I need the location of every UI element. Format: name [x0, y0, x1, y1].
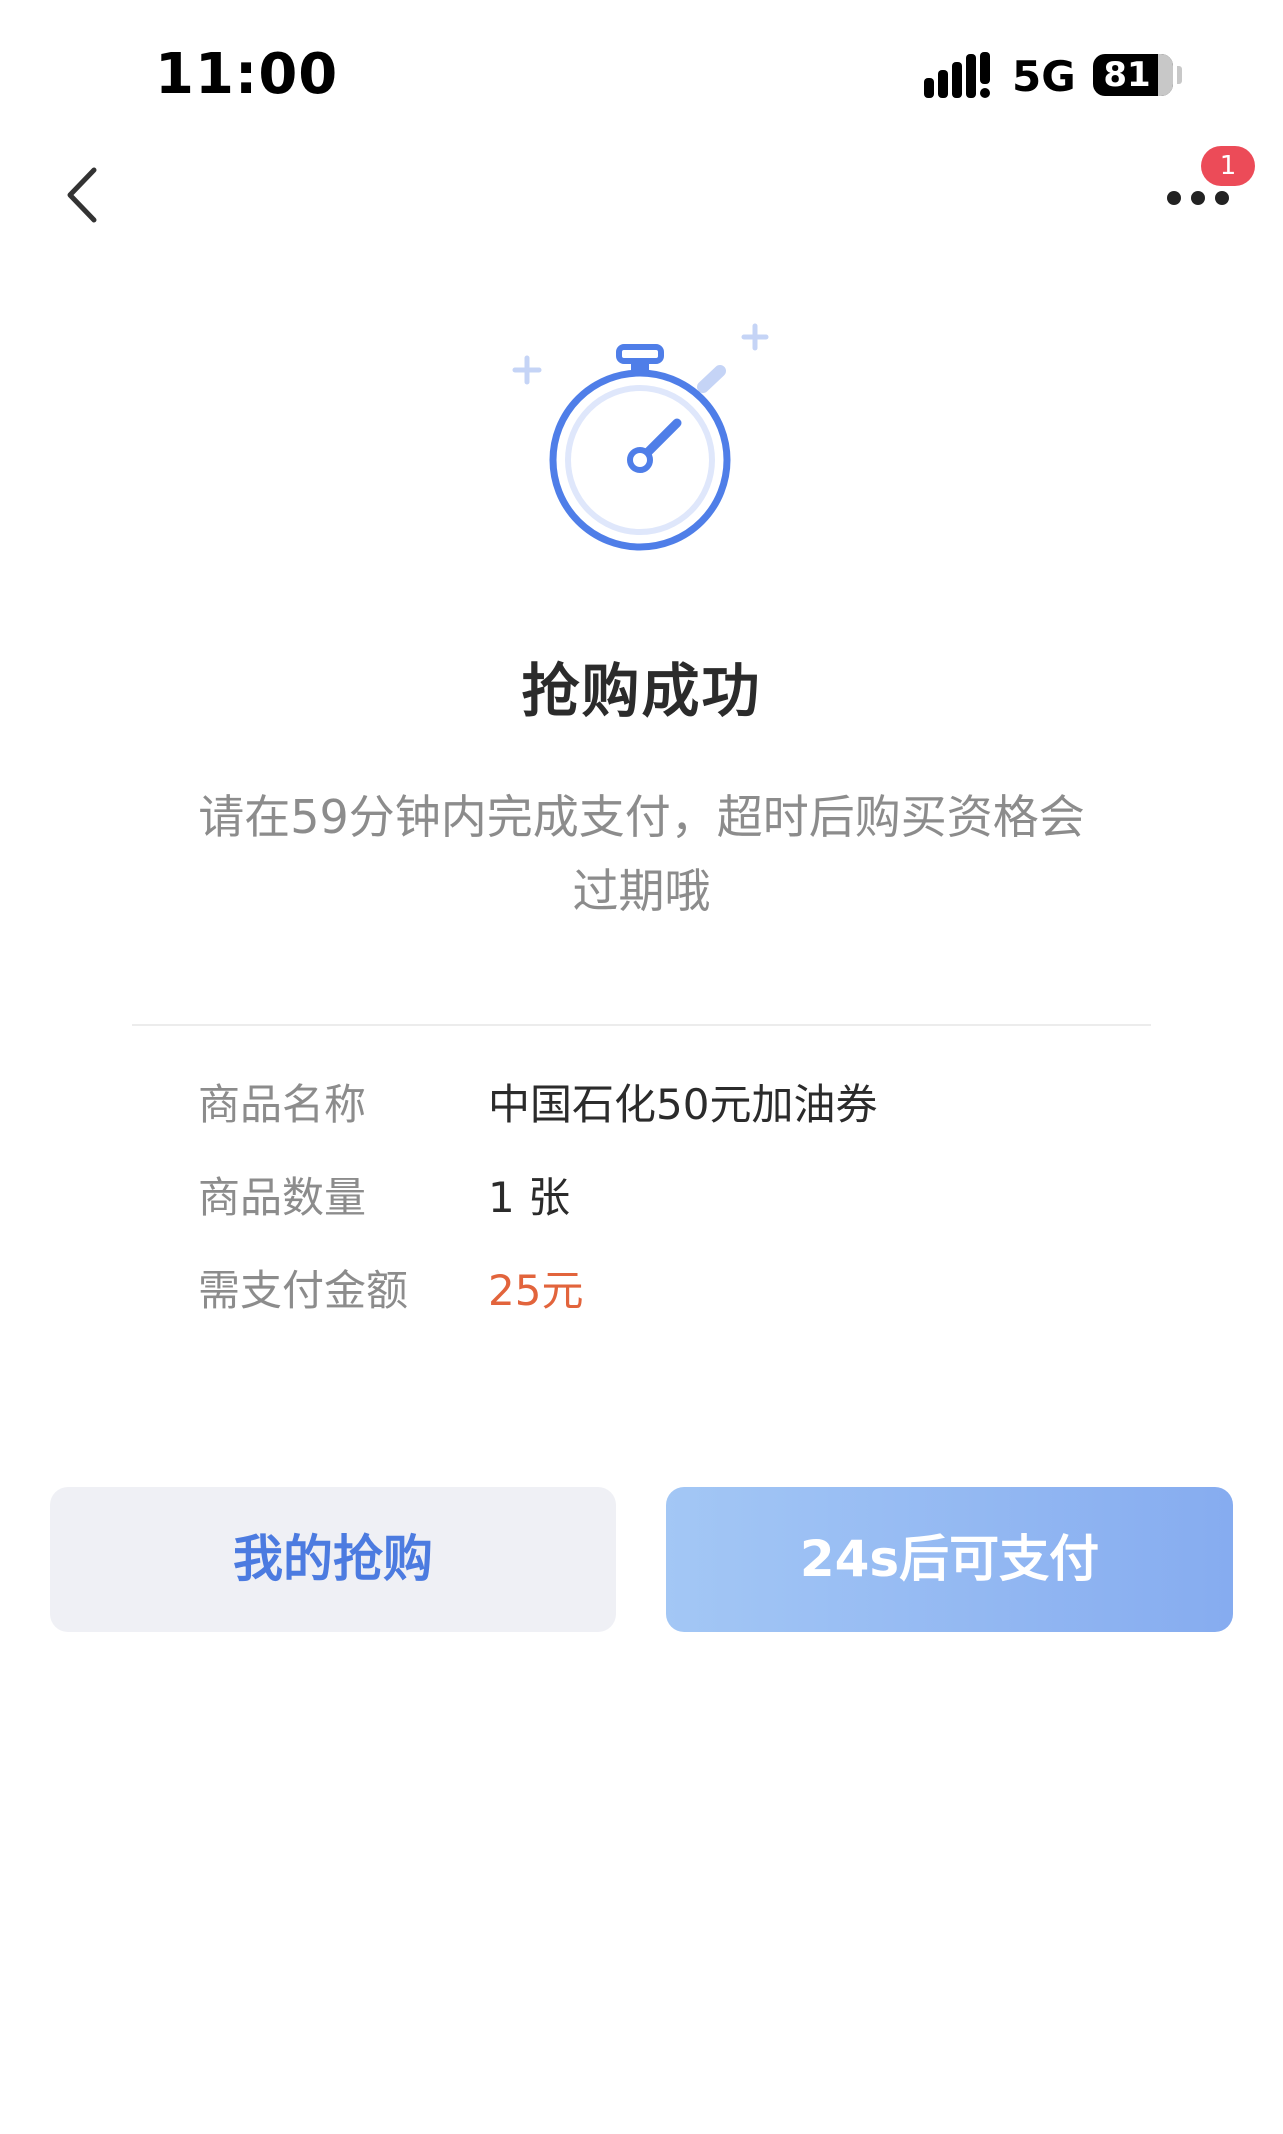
battery-level: 81: [1103, 55, 1151, 95]
page-title: 抢购成功: [521, 657, 762, 725]
stopwatch-icon: [512, 323, 769, 551]
divider: [132, 1024, 1151, 1026]
product-name-value: 中国石化50元加油券: [488, 1080, 878, 1129]
detail-row-product-name: 商品名称 中国石化50元加油券: [198, 1070, 1148, 1140]
detail-row-amount: 需支付金额 25元: [198, 1256, 1148, 1326]
detail-label: 需支付金额: [198, 1266, 409, 1315]
amount-value: 25元: [488, 1266, 584, 1315]
pay-countdown-button[interactable]: 24s后可支付: [666, 1487, 1233, 1632]
detail-row-quantity: 商品数量 1 张: [198, 1163, 1148, 1233]
battery-icon: 81: [1093, 54, 1173, 96]
payment-deadline-message: 请在59分钟内完成支付，超时后购买资格会过期哦: [198, 790, 1085, 918]
detail-label: 商品名称: [198, 1080, 367, 1129]
network-type: 5G: [1012, 52, 1076, 101]
notification-badge: 1: [1201, 146, 1255, 186]
my-flash-orders-button[interactable]: 我的抢购: [50, 1487, 616, 1632]
signal-bars-icon: [924, 52, 990, 98]
status-bar: 11:00 5G 81: [0, 0, 1283, 150]
detail-label: 商品数量: [198, 1173, 367, 1222]
battery-tip: [1177, 66, 1182, 84]
chevron-left-icon: [67, 167, 97, 223]
status-time: 11:00: [155, 42, 339, 107]
back-button[interactable]: [50, 160, 120, 230]
quantity-value: 1 张: [488, 1173, 571, 1222]
